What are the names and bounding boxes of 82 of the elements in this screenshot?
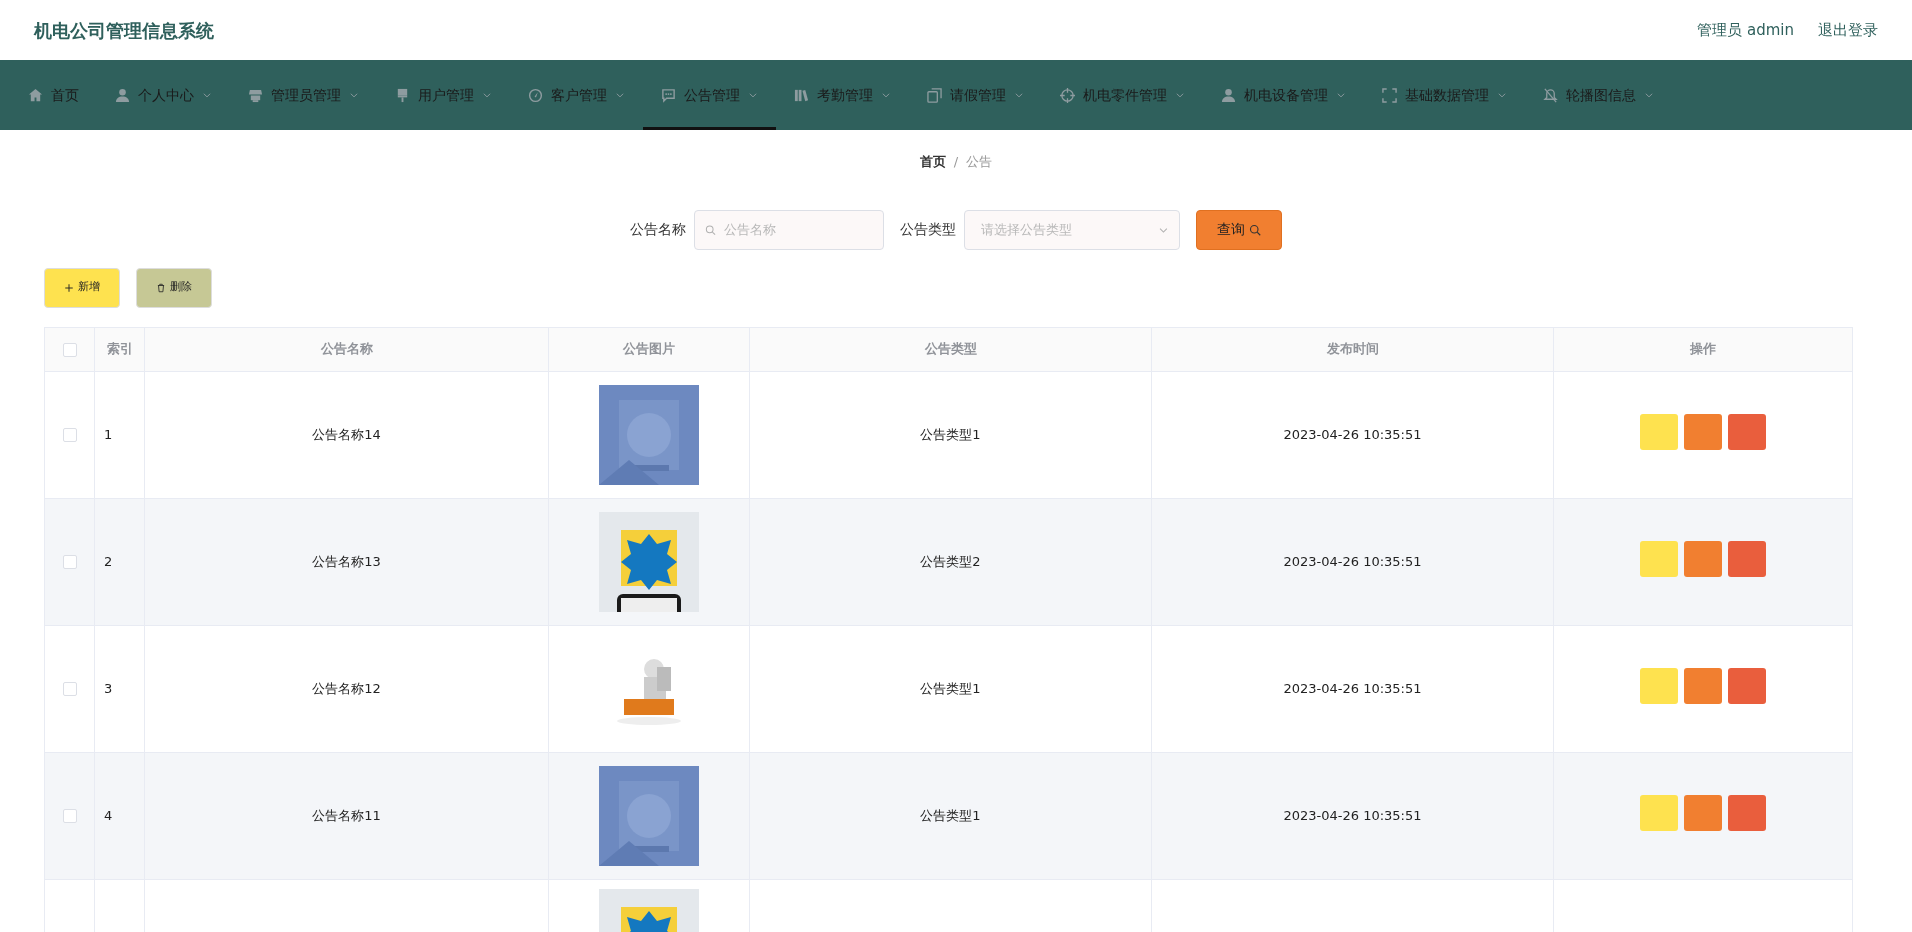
column-header: 公告图片 — [623, 341, 675, 357]
table-cell: 公告名称11 — [312, 807, 381, 823]
plus-icon — [64, 282, 74, 293]
logout-link[interactable]: 退出登录 — [1818, 18, 1878, 42]
breadcrumb-link[interactable]: 首页 — [919, 152, 946, 172]
breadcrumb-current: 公告 — [966, 153, 993, 171]
breadcrumb-separator: / — [953, 153, 959, 171]
nav-item[interactable]: 考勤管理 — [776, 60, 909, 130]
edit-button[interactable] — [1684, 541, 1722, 578]
table-cell: 公告类型1 — [920, 680, 981, 696]
table-cell: 2023-04-26 10:35:51 — [1283, 426, 1422, 442]
checkbox[interactable] — [62, 682, 77, 697]
user-label: 管理员 admin — [1697, 19, 1794, 41]
nav-item[interactable]: 用户管理 — [377, 60, 510, 130]
bell-off-icon — [1543, 87, 1558, 103]
table-cell: 公告名称14 — [312, 426, 381, 442]
delete-button[interactable] — [1728, 541, 1766, 578]
copy-icon — [927, 87, 942, 103]
table-cell: 公告名称12 — [312, 680, 381, 696]
nav-item[interactable]: 客户管理 — [510, 60, 643, 130]
column-header: 发布时间 — [1326, 341, 1379, 357]
table-cell: 2023-04-26 10:35:51 — [1283, 553, 1422, 569]
nav-item[interactable]: 管理员管理 — [230, 60, 377, 130]
edit-button[interactable] — [1684, 668, 1722, 705]
nav-item[interactable]: 公告管理 — [643, 60, 776, 130]
column-header: 公告类型 — [924, 341, 977, 357]
edit-button[interactable] — [1684, 414, 1722, 451]
checkbox[interactable] — [62, 428, 77, 443]
table-cell: 2 — [104, 553, 113, 569]
select-field[interactable]: 请选择公告类型 — [964, 209, 1180, 250]
table-cell: 公告名称13 — [312, 553, 381, 569]
table-cell: 2023-04-26 10:35:51 — [1283, 680, 1422, 696]
nav-item[interactable]: 首页 — [10, 60, 97, 130]
field-label: 公告名称 — [630, 220, 686, 239]
checkbox[interactable] — [62, 342, 77, 357]
delete-button[interactable] — [1728, 795, 1766, 832]
nav-item[interactable]: 个人中心 — [97, 60, 230, 130]
nav-item[interactable]: 请假管理 — [909, 60, 1042, 130]
frame-icon — [1382, 87, 1397, 103]
column-header: 公告名称 — [320, 341, 373, 357]
home-icon — [28, 87, 43, 103]
select-input[interactable]: 请选择公告类型 — [979, 218, 1153, 241]
view-button[interactable] — [1640, 541, 1678, 578]
column-header: 操作 — [1690, 341, 1716, 357]
search-icon — [705, 223, 716, 236]
crosshair-icon — [1060, 87, 1075, 103]
table-cell: 公告类型1 — [920, 807, 981, 823]
search-field[interactable]: 公告名称 — [694, 209, 884, 250]
gauge-icon — [528, 87, 543, 103]
table-cell: 1 — [104, 426, 113, 442]
nav-item[interactable]: 基础数据管理 — [1364, 60, 1525, 130]
storefront-icon — [248, 87, 263, 103]
view-button[interactable] — [1640, 668, 1678, 705]
table-cell: 3 — [104, 680, 113, 696]
books-icon — [794, 87, 809, 103]
person-icon — [115, 87, 130, 103]
chat-icon — [661, 87, 676, 103]
delete-button[interactable] — [1728, 414, 1766, 451]
person-icon — [1221, 87, 1236, 103]
table-cell: 4 — [104, 807, 113, 823]
field-label: 公告类型 — [900, 220, 956, 239]
checkbox[interactable] — [62, 809, 77, 824]
brush-icon — [395, 87, 410, 103]
view-button[interactable] — [1640, 414, 1678, 451]
delete-button[interactable] — [1728, 668, 1766, 705]
nav-item[interactable]: 机电零件管理 — [1042, 60, 1203, 130]
table-cell: 公告类型1 — [920, 426, 981, 442]
table-cell: 公告类型2 — [920, 553, 981, 569]
trash-icon — [156, 282, 166, 293]
text-input[interactable]: 公告名称 — [721, 218, 873, 241]
add-button[interactable]: 新增 — [44, 267, 120, 308]
app-title: 机电公司管理信息系统 — [34, 18, 214, 43]
search-icon — [1249, 223, 1261, 236]
view-button[interactable] — [1640, 795, 1678, 832]
column-header: 索引 — [106, 341, 133, 357]
query-button[interactable]: 查询 — [1196, 209, 1282, 250]
table-cell: 2023-04-26 10:35:51 — [1283, 807, 1422, 823]
edit-button[interactable] — [1684, 795, 1722, 832]
nav-item[interactable]: 轮播图信息 — [1525, 60, 1672, 130]
checkbox[interactable] — [62, 555, 77, 570]
delete-button[interactable]: 删除 — [136, 267, 212, 308]
nav-item[interactable]: 机电设备管理 — [1203, 60, 1364, 130]
